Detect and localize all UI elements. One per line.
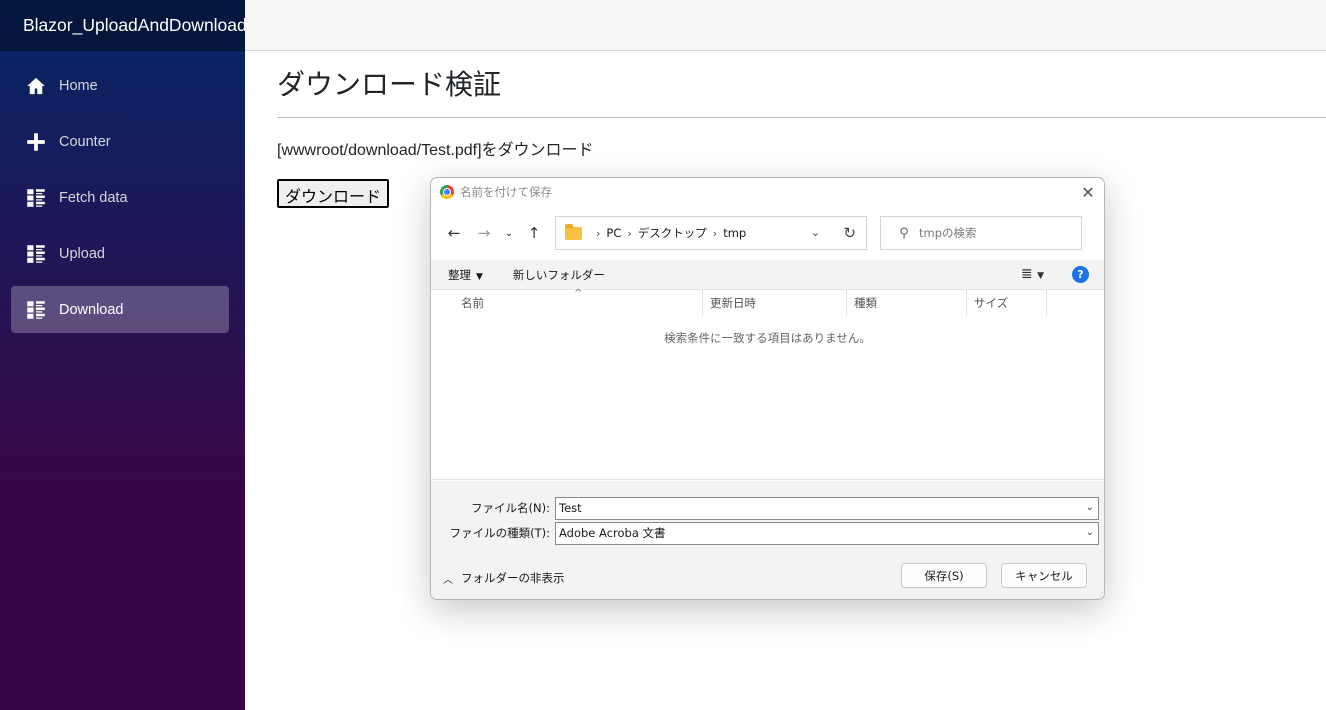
column-header-row: ^ 名前 更新日時 種類 サイズ (431, 288, 1104, 316)
sidebar-item-fetch-data[interactable]: Fetch data (11, 174, 229, 221)
top-row (245, 0, 1326, 51)
caret-down-icon: ▼ (476, 271, 483, 282)
dialog-title-bar: 名前を付けて保存 ✕ (431, 178, 1104, 206)
column-name[interactable]: ^ 名前 (431, 288, 703, 316)
plus-icon (26, 132, 46, 152)
file-list: ^ 名前 更新日時 種類 サイズ 検索条件に一致する項目はありません。 (431, 288, 1104, 480)
column-size[interactable]: サイズ (967, 290, 1047, 316)
filename-value: Test (559, 501, 582, 515)
resize-grip-icon[interactable]: ⋰ (1096, 591, 1104, 599)
save-button[interactable]: 保存(S) (901, 563, 987, 588)
list-icon (26, 188, 46, 208)
page-title: ダウンロード検証 (277, 69, 502, 100)
filename-row: ファイル名(N): Test ⌄ (431, 496, 1099, 520)
address-row: ← → ⌄ ↑ › PC › デスクトップ › tmp ⌄ ↻ ⚲ tmpの検索 (431, 206, 1104, 260)
chevron-down-icon[interactable]: ⌄ (1086, 502, 1094, 513)
up-arrow-icon[interactable]: ↑ (519, 219, 549, 247)
divider (277, 117, 1326, 118)
dialog-title: 名前を付けて保存 (460, 185, 552, 199)
command-bar: 整理 ▼ 新しいフォルダー ≣ ▼ ? (431, 260, 1104, 290)
sidebar-item-label: Fetch data (59, 189, 128, 206)
search-input[interactable]: ⚲ tmpの検索 (880, 216, 1082, 250)
recent-locations-chevron-icon[interactable]: ⌄ (499, 219, 519, 247)
column-modified[interactable]: 更新日時 (703, 290, 847, 316)
empty-message: 検索条件に一致する項目はありません。 (664, 331, 871, 345)
close-icon[interactable]: ✕ (1078, 182, 1098, 202)
filetype-select[interactable]: Adobe Acroba 文書 ⌄ (555, 521, 1099, 545)
filetype-row: ファイルの種類(T): Adobe Acroba 文書 ⌄ (431, 521, 1099, 545)
hide-folders-toggle[interactable]: ︿ フォルダーの非表示 (443, 570, 565, 586)
sidebar-item-upload[interactable]: Upload (11, 230, 229, 277)
organize-label: 整理 (448, 267, 471, 282)
column-name-label: 名前 (461, 296, 484, 310)
chevron-down-icon[interactable]: ⌄ (1086, 527, 1094, 538)
filetype-value: Adobe Acroba 文書 (559, 526, 666, 540)
filename-field[interactable]: Test ⌄ (555, 496, 1099, 520)
app-brand[interactable]: Blazor_UploadAndDownload (23, 15, 245, 36)
forward-arrow-icon[interactable]: → (469, 219, 499, 247)
list-icon (26, 300, 46, 320)
filename-label: ファイル名(N): (471, 501, 550, 515)
sidebar-item-download[interactable]: Download (11, 286, 229, 333)
breadcrumb-desktop[interactable]: デスクトップ (638, 225, 707, 241)
chevron-right-icon[interactable]: › (627, 227, 631, 240)
chevron-right-icon[interactable]: › (713, 227, 717, 240)
chevron-down-icon[interactable]: ⌄ (811, 226, 820, 239)
refresh-icon[interactable]: ↻ (843, 224, 856, 242)
help-icon[interactable]: ? (1072, 266, 1089, 283)
new-folder-button[interactable]: 新しいフォルダー (513, 267, 605, 283)
breadcrumb-pc[interactable]: PC (606, 226, 621, 240)
home-icon (26, 76, 46, 96)
column-type[interactable]: 種類 (847, 290, 967, 316)
list-icon (26, 244, 46, 264)
organize-menu[interactable]: 整理 ▼ (448, 267, 483, 283)
sort-ascending-icon: ^ (574, 288, 583, 299)
chevron-up-icon: ︿ (443, 574, 453, 586)
save-as-dialog: 名前を付けて保存 ✕ ← → ⌄ ↑ › PC › デスクトップ › tmp ⌄… (430, 177, 1105, 600)
chrome-icon (440, 185, 454, 199)
search-icon: ⚲ (899, 225, 909, 241)
dialog-footer: ファイル名(N): Test ⌄ ファイルの種類(T): Adobe Acrob… (431, 481, 1104, 599)
search-placeholder: tmpの検索 (919, 226, 977, 240)
view-options-icon[interactable]: ≣ ▼ (1021, 266, 1044, 282)
sidebar-item-label: Upload (59, 245, 105, 262)
sidebar: Blazor_UploadAndDownload Home Counter Fe… (0, 0, 245, 710)
brand-bar: Blazor_UploadAndDownload (0, 0, 245, 51)
nav-menu: Home Counter Fetch data Upload Download (0, 51, 245, 333)
page-description: [wwwroot/download/Test.pdf]をダウンロード (277, 142, 594, 159)
download-button[interactable]: ダウンロード (277, 179, 390, 208)
folder-icon (565, 223, 582, 240)
hide-folders-label: フォルダーの非表示 (461, 571, 565, 585)
filetype-label: ファイルの種類(T): (449, 526, 550, 540)
sidebar-item-home[interactable]: Home (11, 62, 229, 109)
breadcrumb-tmp[interactable]: tmp (723, 226, 746, 240)
sidebar-item-label: Download (59, 301, 124, 318)
sidebar-item-label: Counter (59, 133, 111, 150)
sidebar-item-label: Home (59, 77, 98, 94)
back-arrow-icon[interactable]: ← (439, 219, 469, 247)
sidebar-item-counter[interactable]: Counter (11, 118, 229, 165)
cancel-button[interactable]: キャンセル (1001, 563, 1087, 588)
address-bar[interactable]: › PC › デスクトップ › tmp ⌄ ↻ (555, 216, 867, 250)
chevron-right-icon[interactable]: › (596, 227, 600, 240)
